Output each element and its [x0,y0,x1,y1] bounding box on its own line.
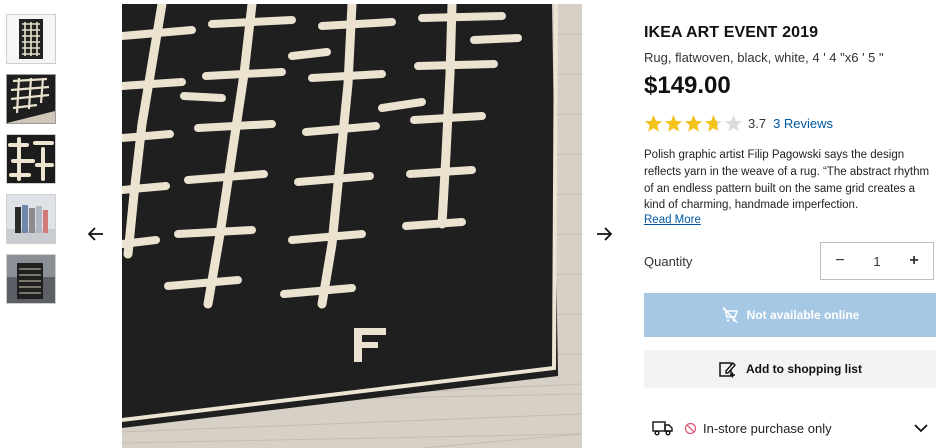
product-subtitle: Rug, flatwoven, black, white, 4 ' 4 "x6 … [644,50,884,65]
thumbnail-rugs-rolled-group[interactable] [6,194,56,244]
not-available-label: Not available online [746,308,860,322]
star-icon [685,115,702,132]
decrement-button[interactable]: − [821,252,859,270]
quantity-value[interactable]: 1 [859,254,895,269]
arrow-left-icon[interactable] [84,222,108,246]
star-icon [665,115,682,132]
increment-button[interactable]: + [895,252,933,270]
thumbnail-rug-pattern-detail[interactable] [6,134,56,184]
product-brand: IKEA ART EVENT 2019 [644,24,819,41]
thumbnail-rug-closeup-angle[interactable] [6,74,56,124]
star-icon [725,115,742,132]
thumbnail-rug-in-room[interactable] [6,254,56,304]
add-to-shopping-list-button[interactable]: Add to shopping list [644,350,936,388]
star-icon [645,115,662,132]
thumbnail-rug-full-view[interactable] [6,14,56,64]
product-description: Polish graphic artist Filip Pagowski say… [644,149,930,212]
truck-icon [652,421,673,436]
add-to-list-label: Add to shopping list [746,362,862,376]
star-rating [644,114,744,133]
edit-list-icon [719,361,736,378]
product-main-image[interactable] [122,4,582,448]
product-price: $149.00 [644,72,731,99]
cart-unavailable-icon [722,306,738,324]
star-icon [705,115,722,132]
chevron-down-icon[interactable] [914,423,928,433]
quantity-stepper: − 1 + [820,242,934,280]
instore-availability-row[interactable]: In-store purchase only [652,420,936,436]
quantity-label: Quantity [644,254,693,269]
unavailable-icon [684,422,697,434]
reviews-link[interactable]: 3 Reviews [773,116,833,131]
not-available-online-button[interactable]: Not available online [644,293,936,337]
read-more-link[interactable]: Read More [644,214,701,226]
thumbnail-list [6,14,56,314]
rating-row: 3.7 3 Reviews [644,114,833,133]
instore-text: In-store purchase only [703,420,832,436]
rating-value: 3.7 [748,116,767,131]
arrow-right-icon[interactable] [592,222,616,246]
